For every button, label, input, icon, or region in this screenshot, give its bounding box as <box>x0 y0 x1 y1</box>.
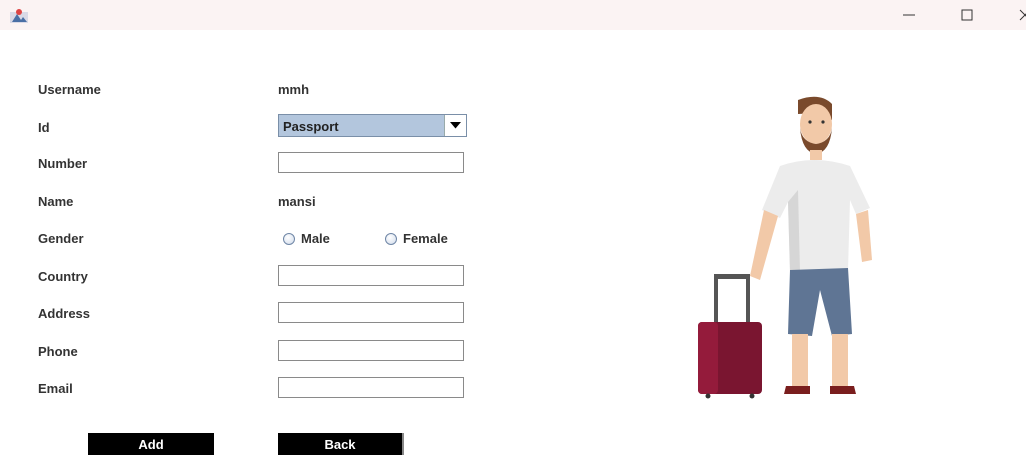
name-label: Name <box>38 194 74 209</box>
phone-label: Phone <box>38 344 78 359</box>
address-label: Address <box>38 306 91 321</box>
window-titlebar <box>0 0 1026 30</box>
radio-unchecked-icon <box>385 232 397 245</box>
name-value: mansi <box>278 194 316 209</box>
username-label: Username <box>38 82 101 97</box>
gender-male-radio[interactable]: Male <box>283 231 330 246</box>
number-field[interactable] <box>278 152 464 173</box>
number-label: Number <box>38 156 88 171</box>
dropdown-arrow-button[interactable] <box>444 115 466 136</box>
traveler-with-suitcase-illustration <box>698 96 872 399</box>
id-label: Id <box>38 120 50 135</box>
add-button[interactable]: Add <box>88 433 214 455</box>
radio-unchecked-icon <box>283 232 295 245</box>
address-field[interactable] <box>278 302 464 323</box>
maximize-icon[interactable] <box>958 6 976 24</box>
gender-female-label: Female <box>403 231 448 246</box>
java-app-icon <box>10 9 28 23</box>
back-button[interactable]: Back <box>278 433 404 455</box>
close-icon[interactable] <box>1016 6 1026 24</box>
chevron-down-icon <box>450 122 461 129</box>
country-label: Country <box>38 269 88 284</box>
gender-female-radio[interactable]: Female <box>385 231 448 246</box>
email-field[interactable] <box>278 377 464 398</box>
id-type-dropdown[interactable]: Passport <box>278 114 467 137</box>
email-label: Email <box>38 381 73 396</box>
gender-label: Gender <box>38 231 84 246</box>
country-field[interactable] <box>278 265 464 286</box>
id-type-selected: Passport <box>283 119 339 134</box>
gender-male-label: Male <box>301 231 330 246</box>
phone-field[interactable] <box>278 340 464 361</box>
username-value: mmh <box>278 82 310 97</box>
minimize-icon[interactable] <box>900 6 918 24</box>
